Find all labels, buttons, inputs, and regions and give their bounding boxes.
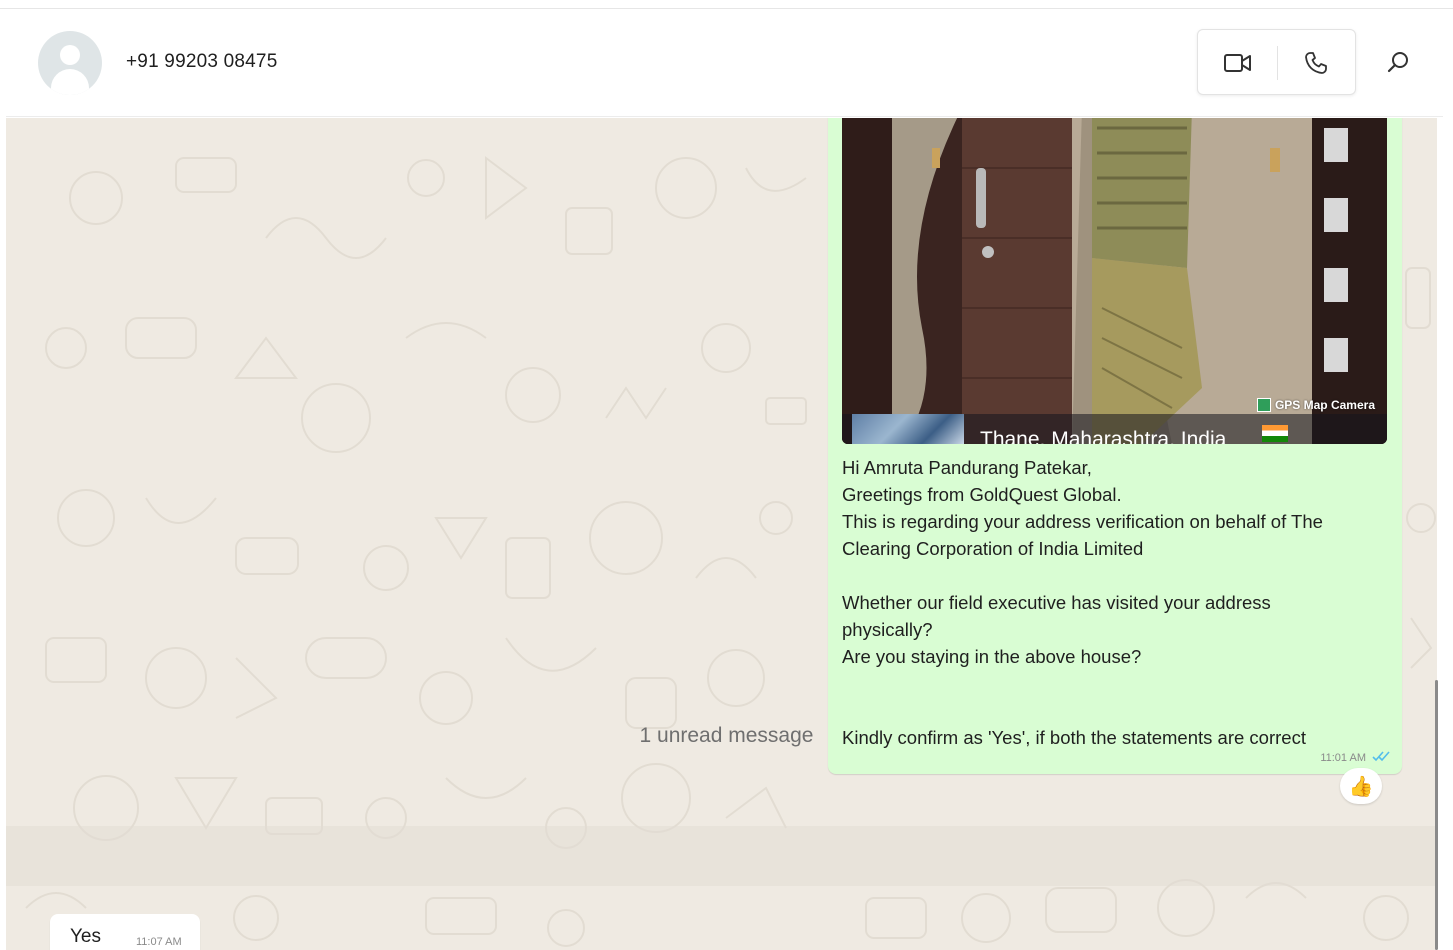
call-buttons-group xyxy=(1197,29,1356,95)
message-line: physically? xyxy=(842,619,933,640)
chat-scrollbar-track[interactable] xyxy=(1437,118,1453,950)
thumbs-up-icon: 👍 xyxy=(1348,775,1374,798)
gps-map-camera-icon xyxy=(1256,398,1271,412)
india-flag-icon xyxy=(1262,425,1288,442)
outgoing-message[interactable]: GPS Map Camera Thane, Maharashtra, India… xyxy=(828,118,1402,774)
gps-watermark-text: GPS Map Camera xyxy=(1274,398,1375,412)
incoming-message[interactable]: Yes 11:07 AM xyxy=(50,914,200,950)
message-line: Are you staying in the above house? xyxy=(842,646,1142,667)
avatar-body-shape xyxy=(51,69,89,95)
message-line xyxy=(842,562,1382,589)
message-timestamp: 11:01 AM xyxy=(1320,752,1366,764)
video-call-button[interactable] xyxy=(1213,38,1263,88)
photo-location-text: Thane, Maharashtra, India xyxy=(980,428,1227,444)
gps-watermark: GPS Map Camera xyxy=(1256,398,1375,412)
chat-panel[interactable]: GPS Map Camera Thane, Maharashtra, India… xyxy=(6,118,1437,950)
incoming-message-timestamp: 11:07 AM xyxy=(136,936,182,948)
video-call-icon xyxy=(1224,54,1251,72)
message-line xyxy=(842,697,1382,724)
message-line: Whether our field executive has visited … xyxy=(842,592,1271,613)
read-ticks-icon xyxy=(1372,751,1390,762)
message-line: Greetings from GoldQuest Global. xyxy=(842,484,1122,505)
contact-name[interactable]: +91 99203 08475 xyxy=(126,51,277,73)
message-line: Clearing Corporation of India Limited xyxy=(842,538,1144,559)
avatar[interactable] xyxy=(38,31,102,95)
voice-call-button[interactable] xyxy=(1291,38,1341,88)
unread-message-label: 1 unread message xyxy=(639,724,814,747)
search-icon xyxy=(1387,52,1408,73)
message-body: Hi Amruta Pandurang Patekar, Greetings f… xyxy=(842,454,1382,751)
call-divider xyxy=(1277,46,1278,80)
message-line: This is regarding your address verificat… xyxy=(842,511,1323,532)
chat-header: +91 99203 08475 xyxy=(6,9,1443,117)
chat-scrollbar-thumb[interactable] xyxy=(1435,680,1438,950)
map-thumbnail xyxy=(852,414,964,444)
incoming-message-text: Yes xyxy=(70,926,101,947)
message-photo[interactable]: GPS Map Camera Thane, Maharashtra, India xyxy=(842,118,1387,444)
avatar-placeholder-icon xyxy=(60,45,80,65)
message-line xyxy=(842,670,1382,697)
search-button[interactable] xyxy=(1373,37,1423,87)
photo-location-bar: Thane, Maharashtra, India xyxy=(842,414,1387,444)
message-line: Hi Amruta Pandurang Patekar, xyxy=(842,457,1092,478)
voice-call-icon xyxy=(1305,52,1327,74)
unread-divider xyxy=(6,826,1437,886)
reaction-badge[interactable]: 👍 xyxy=(1340,768,1382,804)
door-photo-image xyxy=(842,118,1387,444)
